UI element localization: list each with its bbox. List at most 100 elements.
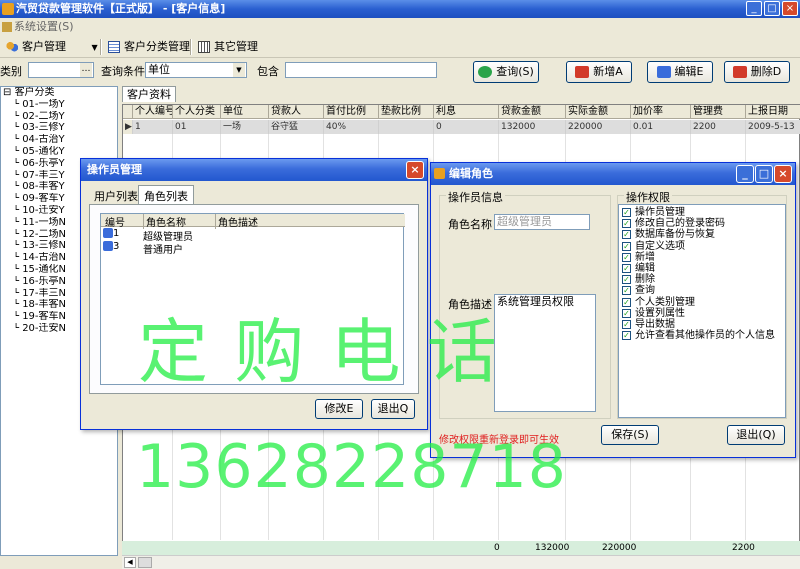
column-header[interactable]: 实际金额 (566, 105, 631, 119)
query-button[interactable]: 查询(S) (473, 61, 539, 83)
tree-item[interactable]: └ 02-二场Y (1, 111, 117, 123)
column-header[interactable]: 贷款金额 (499, 105, 566, 119)
close-icon[interactable]: × (774, 165, 792, 183)
contains-input[interactable] (285, 62, 437, 78)
exit-button[interactable]: 退出Q (371, 399, 415, 419)
delete-button[interactable]: 删除D (724, 61, 790, 83)
scroll-left-icon[interactable]: ◀ (124, 557, 136, 568)
minimize-icon[interactable]: _ (736, 165, 754, 183)
permission-checkbox[interactable]: ✓ 新增 (619, 252, 785, 263)
maximize-icon[interactable]: □ (764, 1, 780, 16)
permission-checkbox[interactable]: ✓ 编辑 (619, 263, 785, 274)
permission-label: 个人类别管理 (635, 296, 695, 308)
tab-customer-data[interactable]: 客户资料 (122, 86, 176, 102)
permission-checkbox[interactable]: ✓ 设置列属性 (619, 308, 785, 319)
scroll-thumb[interactable] (138, 557, 152, 568)
exit-button[interactable]: 退出(Q) (727, 425, 785, 445)
column-header[interactable]: 贷款人 (269, 105, 324, 119)
minimize-icon[interactable]: _ (746, 1, 762, 16)
tab-user-list[interactable]: 用户列表 (89, 186, 143, 204)
permission-label: 新增 (635, 251, 655, 263)
permission-checkbox[interactable]: ✓ 修改自己的登录密码 (619, 218, 785, 229)
table-cell[interactable]: 0 (434, 120, 499, 134)
total-actual: 220000 (602, 543, 637, 553)
edit-button[interactable]: 编辑E (647, 61, 713, 83)
save-button[interactable]: 保存(S) (601, 425, 659, 445)
table-cell[interactable]: 40% (324, 120, 379, 134)
tree-root[interactable]: ⊟ 客户分类 (1, 87, 117, 99)
close-icon[interactable]: × (782, 1, 798, 16)
permission-checkbox[interactable]: ✓ 导出数据 (619, 319, 785, 330)
tab-role-list[interactable]: 角色列表 (138, 185, 194, 205)
role-icon (103, 241, 113, 251)
column-header[interactable]: 上报日期 (746, 105, 800, 119)
tree-item[interactable]: └ 05-通化Y (1, 146, 117, 158)
check-icon: ✓ (622, 319, 631, 329)
column-header[interactable]: 首付比例 (324, 105, 379, 119)
permission-checkbox[interactable]: ✓ 查询 (619, 285, 785, 296)
permission-checkbox[interactable]: ✓ 删除 (619, 274, 785, 285)
column-header[interactable]: 垫款比例 (379, 105, 434, 119)
ellipsis-icon[interactable]: … (80, 63, 92, 77)
permission-label: 删除 (635, 274, 655, 286)
column-header[interactable]: 管理费 (691, 105, 746, 119)
permission-checkbox[interactable]: ✓ 个人类别管理 (619, 297, 785, 308)
table-cell[interactable] (379, 120, 434, 134)
table-cell[interactable]: 132000 (499, 120, 566, 134)
role-desc-textarea[interactable]: 系统管理员权限 (494, 294, 596, 412)
delete-icon (732, 66, 747, 78)
column-header[interactable]: 加价率 (631, 105, 691, 119)
column-header[interactable]: 利息 (434, 105, 499, 119)
permission-label: 操作员管理 (635, 207, 685, 218)
total-loan: 132000 (535, 543, 570, 553)
horizontal-scrollbar[interactable]: ◀ (122, 555, 800, 569)
list-item[interactable]: 1 超级管理员 (103, 228, 193, 243)
check-icon: ✓ (622, 275, 631, 285)
tree-item[interactable]: └ 03-三修Y (1, 122, 117, 134)
table-icon (108, 41, 120, 53)
permission-label: 数据库备份与恢复 (635, 229, 715, 241)
table-cell[interactable]: 1 (133, 120, 173, 134)
maximize-icon[interactable]: □ (755, 165, 773, 183)
column-header[interactable]: 个人分类 (173, 105, 221, 119)
table-cell[interactable]: 一场 (221, 120, 269, 134)
table-cell[interactable]: 2009-5-13 (746, 120, 800, 134)
permission-checkbox[interactable]: ✓ 数据库备份与恢复 (619, 229, 785, 240)
tree-item[interactable]: └ 01-一场Y (1, 99, 117, 111)
close-icon[interactable]: × (406, 161, 424, 179)
tree-item[interactable]: └ 04-古治Y (1, 134, 117, 146)
permission-checkbox[interactable]: ✓ 自定义选项 (619, 241, 785, 252)
table-cell[interactable]: 谷守猛 (269, 120, 324, 134)
watermark-line2: 13628228718 (136, 432, 567, 502)
add-button[interactable]: 新增A (566, 61, 632, 83)
modify-button[interactable]: 修改E (315, 399, 363, 419)
column-header[interactable]: 单位 (221, 105, 269, 119)
toolbar-divider (190, 39, 192, 55)
condition-select[interactable]: 单位 ▼ (145, 62, 247, 78)
role-name-input[interactable]: 超级管理员 (494, 214, 590, 230)
category-label: 类别 (0, 65, 22, 78)
operator-dialog-title: 操作员管理 × (81, 159, 427, 181)
permission-checkbox[interactable]: ✓ 操作员管理 (619, 207, 785, 218)
row-header-corner (123, 105, 133, 119)
category-mgmt-button[interactable]: 客户分类管理 (106, 39, 190, 55)
menu-system[interactable]: 系统设置(S) (14, 20, 74, 33)
chevron-down-icon[interactable]: ▼ (92, 43, 98, 52)
list-item[interactable]: 3 普通用户 (103, 241, 183, 256)
chevron-down-icon[interactable]: ▼ (233, 63, 245, 77)
totals-row: 0 132000 220000 2200 (122, 541, 800, 555)
search-row: 类别 … 查询条件 单位 ▼ 包含 查询(S) 新增A 编辑E 删除D (0, 58, 800, 84)
table-cell[interactable]: 0.01 (631, 120, 691, 134)
check-icon: ✓ (622, 263, 631, 273)
permission-checkbox[interactable]: ✓ 允许查看其他操作员的个人信息 (619, 330, 785, 341)
table-cell[interactable]: 2200 (691, 120, 746, 134)
table-cell[interactable]: 01 (173, 120, 221, 134)
column-header[interactable]: 个人编号 (133, 105, 173, 119)
table-cell[interactable]: 220000 (566, 120, 631, 134)
col-role-desc: 角色描述 (215, 214, 258, 229)
other-mgmt-button[interactable]: 其它管理 (196, 39, 258, 55)
customer-mgmt-button[interactable]: 客户管理 ▼ (4, 39, 98, 55)
category-input[interactable]: … (28, 62, 94, 78)
users-icon (6, 41, 18, 53)
check-icon: ✓ (622, 308, 631, 318)
